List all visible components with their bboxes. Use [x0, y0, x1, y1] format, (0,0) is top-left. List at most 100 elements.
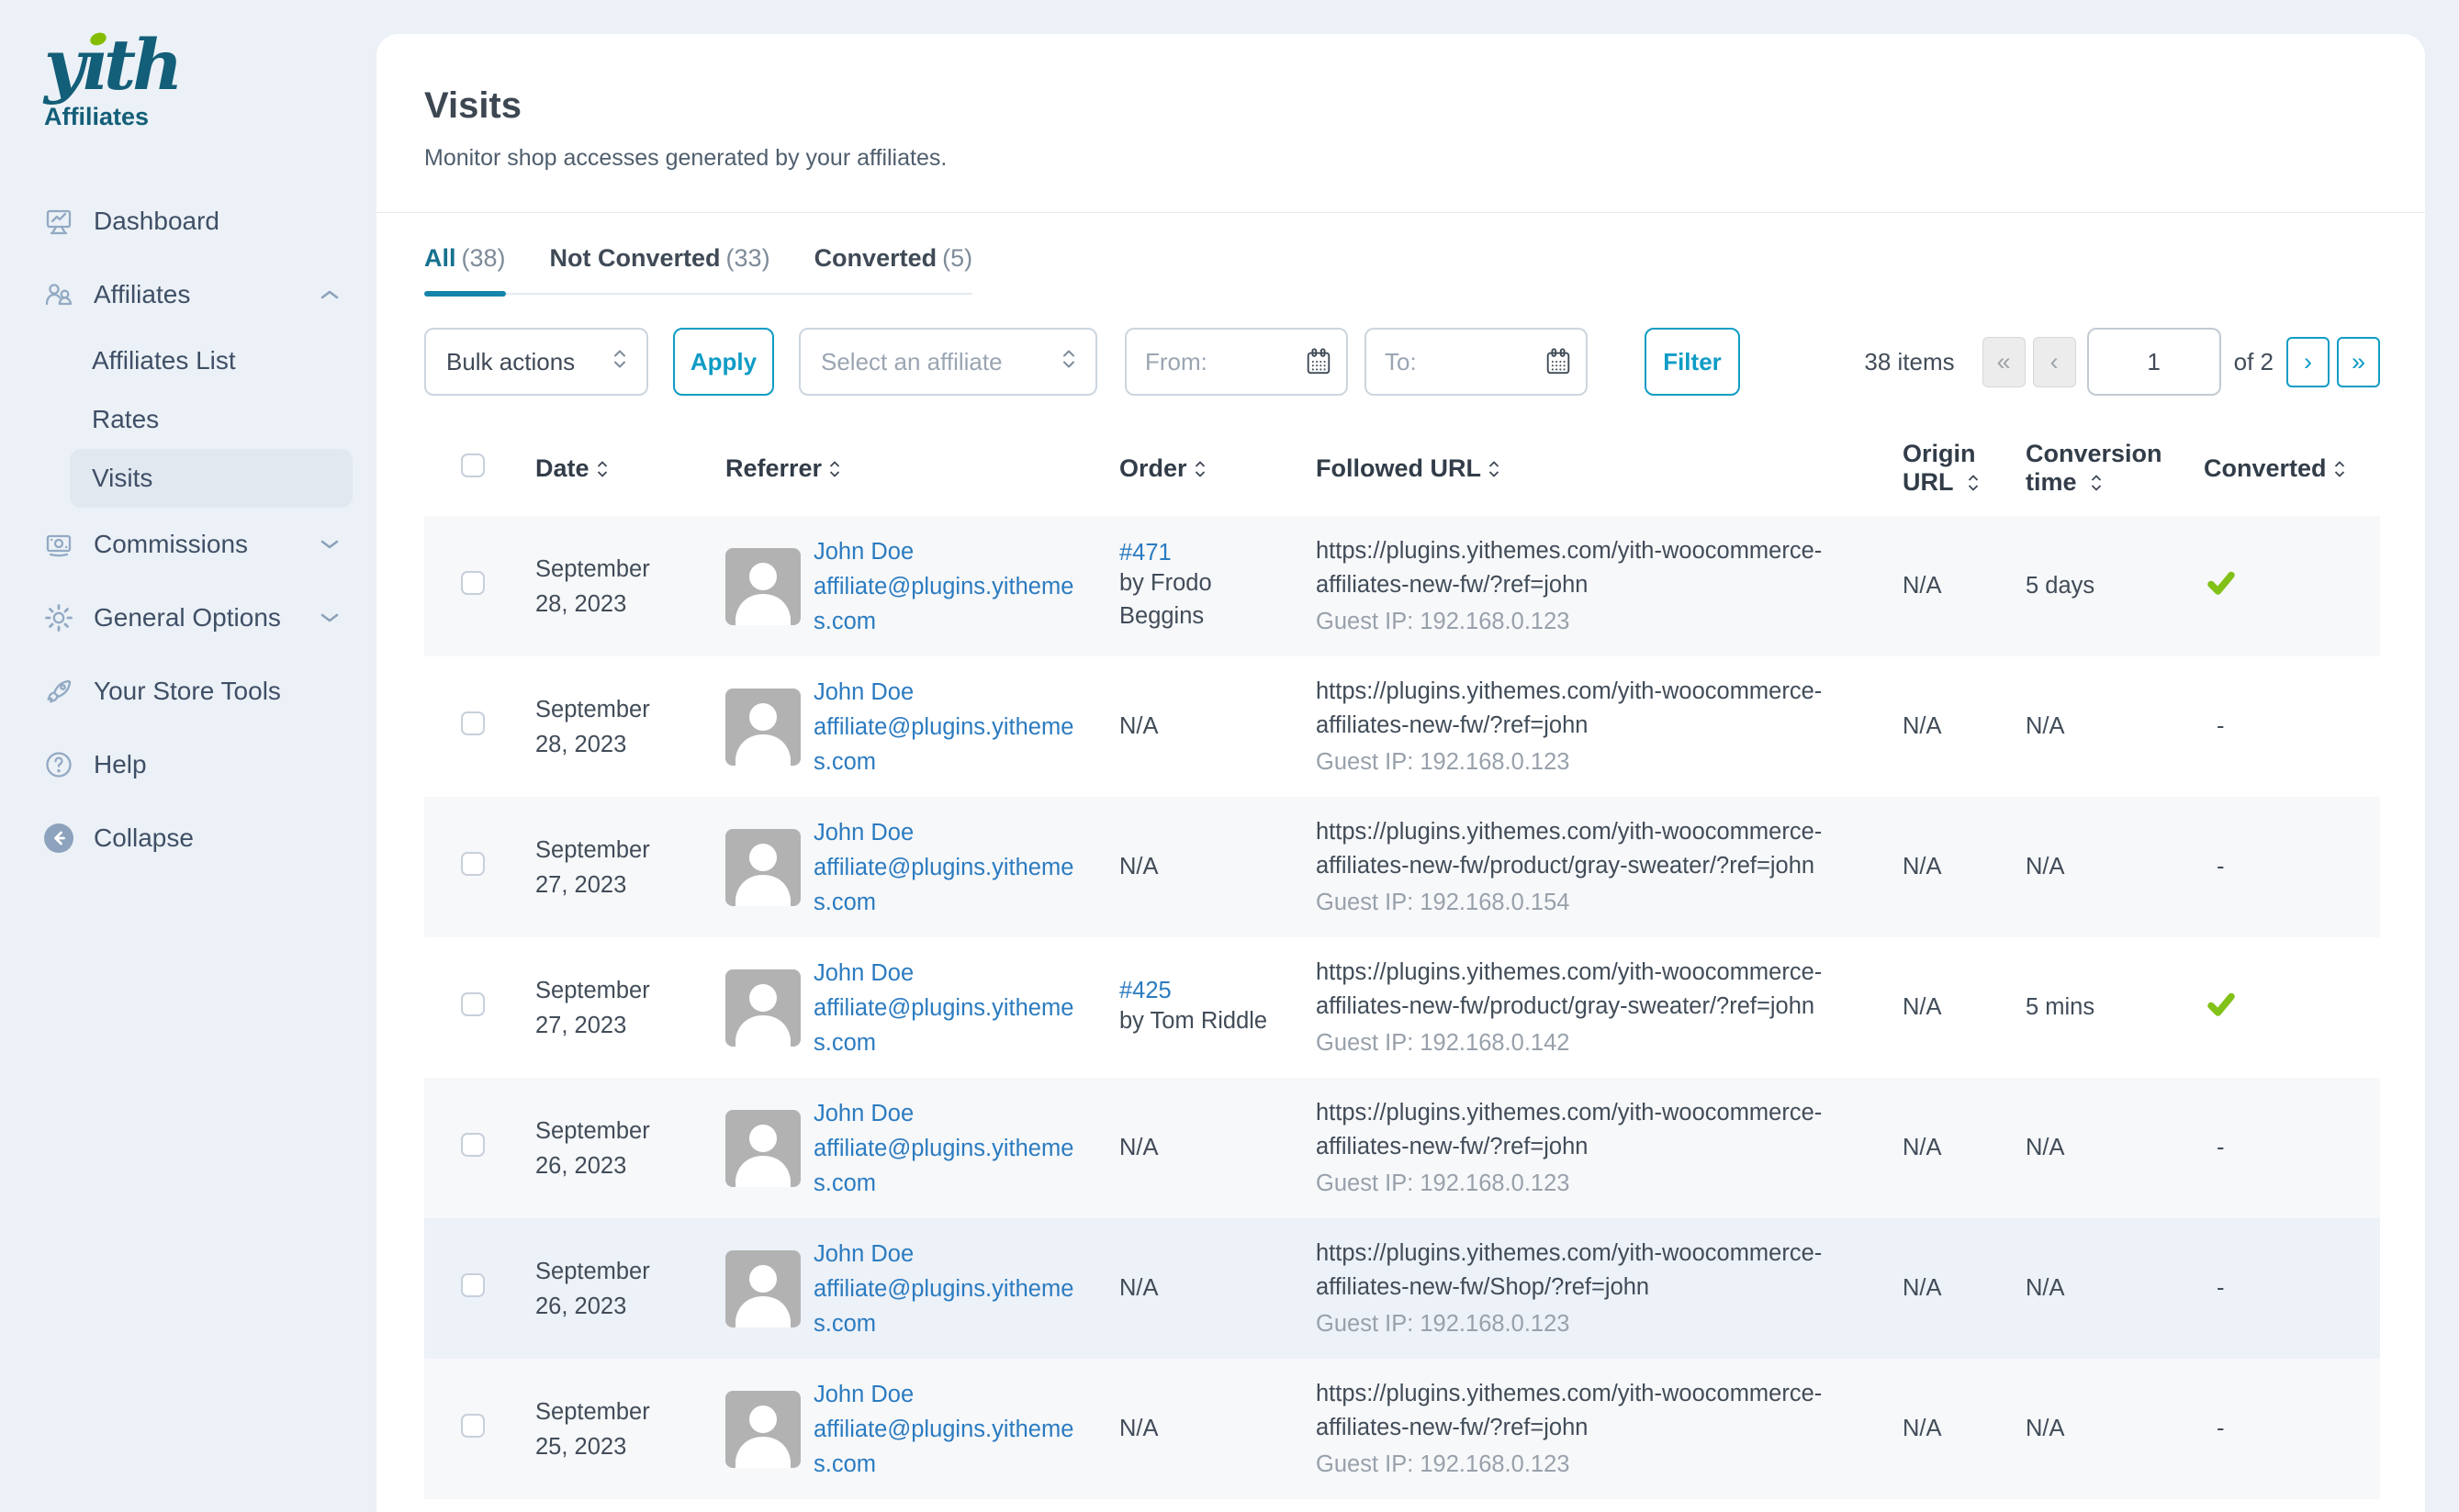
column-header-origin-url[interactable]: Origin URL [1903, 420, 2026, 516]
followed-url: https://plugins.yithemes.com/yith-woocom… [1316, 534, 1885, 602]
conversion-time-cell: 5 mins [2026, 937, 2204, 1078]
row-checkbox[interactable] [461, 711, 485, 735]
visits-table-body: September 28, 2023 John Doe affiliate@pl… [424, 516, 2380, 1499]
visit-date-cell: September 27, 2023 [535, 797, 725, 937]
filter-button[interactable]: Filter [1645, 328, 1740, 396]
origin-url-cell: N/A [1903, 656, 2026, 797]
bulk-actions-select[interactable]: Bulk actions [424, 328, 648, 396]
tab-all[interactable]: All(38) [424, 244, 506, 293]
prev-page-button[interactable]: ‹ [2033, 337, 2076, 387]
visit-date-cell: September 27, 2023 [535, 937, 725, 1078]
row-checkbox[interactable] [461, 992, 485, 1016]
column-header-followed-url[interactable]: Followed URL [1316, 420, 1903, 516]
date-to-input[interactable] [1364, 328, 1588, 396]
sort-icon [2334, 458, 2345, 480]
referrer-email-link[interactable]: affiliate@plugins.yithemes.com [814, 1271, 1082, 1341]
referrer-name-link[interactable]: John Doe [814, 1096, 1082, 1131]
row-checkbox[interactable] [461, 571, 485, 595]
origin-url: N/A [1903, 1135, 1942, 1160]
sidebar-item-affiliates-list[interactable]: Affiliates List [70, 331, 353, 390]
avatar [725, 689, 801, 766]
visit-date: September 27, 2023 [535, 833, 687, 902]
referrer-email-link[interactable]: affiliate@plugins.yithemes.com [814, 569, 1082, 639]
avatar [725, 548, 801, 625]
affiliates-people-icon [42, 279, 75, 310]
order-link[interactable]: #471 [1119, 540, 1172, 566]
referrer-name-link[interactable]: John Doe [814, 1377, 1082, 1412]
order-link[interactable]: #425 [1119, 978, 1172, 1003]
sidebar-item-dashboard[interactable]: Dashboard [0, 185, 376, 258]
referrer-email-link[interactable]: affiliate@plugins.yithemes.com [814, 710, 1082, 779]
visit-date-cell: September 25, 2023 [535, 1359, 725, 1499]
sidebar-item-label: Your Store Tools [94, 677, 340, 706]
sidebar-item-rates[interactable]: Rates [70, 390, 353, 449]
sidebar-item-collapse[interactable]: Collapse [0, 801, 376, 875]
column-label: Date [535, 454, 589, 482]
chevron-up-icon [320, 289, 340, 300]
order-na: N/A [1119, 1416, 1159, 1441]
followed-url: https://plugins.yithemes.com/yith-woocom… [1316, 1237, 1885, 1305]
next-page-button[interactable]: › [2286, 337, 2330, 387]
referrer-email-link[interactable]: affiliate@plugins.yithemes.com [814, 850, 1082, 920]
sidebar-item-general-options[interactable]: General Options [0, 581, 376, 655]
select-chevrons-icon [613, 347, 626, 377]
referrer-name-link[interactable]: John Doe [814, 675, 1082, 710]
sidebar-item-help[interactable]: Help [0, 728, 376, 801]
sidebar-item-your-store-tools[interactable]: Your Store Tools [0, 655, 376, 728]
order-customer: by Frodo Beggins [1119, 566, 1280, 633]
order-cell: #425 by Tom Riddle [1119, 937, 1316, 1078]
select-all-checkbox[interactable] [461, 454, 485, 477]
row-checkbox[interactable] [461, 852, 485, 876]
current-page-input[interactable] [2087, 328, 2221, 396]
referrer-email-link[interactable]: affiliate@plugins.yithemes.com [814, 1131, 1082, 1201]
date-from-input[interactable] [1125, 328, 1348, 396]
column-header-referrer[interactable]: Referrer [725, 420, 1119, 516]
followed-url-cell: https://plugins.yithemes.com/yith-woocom… [1316, 1359, 1903, 1499]
sidebar-item-affiliates[interactable]: Affiliates [0, 258, 376, 331]
followed-url-cell: https://plugins.yithemes.com/yith-woocom… [1316, 937, 1903, 1078]
column-header-conversion-time[interactable]: Conversion time [2026, 420, 2204, 516]
followed-url-cell: https://plugins.yithemes.com/yith-woocom… [1316, 516, 1903, 656]
referrer-name-link[interactable]: John Doe [814, 1237, 1082, 1271]
avatar [725, 1391, 801, 1468]
row-checkbox[interactable] [461, 1414, 485, 1438]
origin-url: N/A [1903, 573, 1942, 599]
apply-button[interactable]: Apply [673, 328, 774, 396]
sidebar-item-label: Affiliates List [92, 346, 236, 375]
converted-cell [2204, 937, 2380, 1078]
row-select-cell [424, 656, 535, 797]
last-page-button[interactable]: » [2337, 337, 2380, 387]
referrer-name-link[interactable]: John Doe [814, 956, 1082, 991]
referrer-email-link[interactable]: affiliate@plugins.yithemes.com [814, 991, 1082, 1060]
status-tabs: All(38) Not Converted(33) Converted(5) [424, 213, 2377, 295]
sidebar-item-label: Rates [92, 405, 159, 434]
affiliate-select[interactable]: Select an affiliate [799, 328, 1097, 396]
row-checkbox[interactable] [461, 1273, 485, 1297]
column-label: Origin URL [1903, 440, 1976, 496]
tab-converted[interactable]: Converted(5) [814, 244, 973, 293]
referrer-email-link[interactable]: affiliate@plugins.yithemes.com [814, 1412, 1082, 1482]
column-header-converted[interactable]: Converted [2204, 420, 2380, 516]
row-select-cell [424, 937, 535, 1078]
referrer-name-link[interactable]: John Doe [814, 534, 1082, 569]
referrer-name-link[interactable]: John Doe [814, 815, 1082, 850]
row-select-cell [424, 1078, 535, 1218]
sidebar-item-visits[interactable]: Visits [70, 449, 353, 508]
followed-url: https://plugins.yithemes.com/yith-woocom… [1316, 1096, 1885, 1164]
guest-ip: Guest IP: 192.168.0.123 [1316, 605, 1885, 639]
visit-date: September 25, 2023 [535, 1394, 687, 1464]
page-subtitle: Monitor shop accesses generated by your … [424, 145, 2377, 172]
sidebar-item-commissions[interactable]: Commissions [0, 508, 376, 581]
column-header-order[interactable]: Order [1119, 420, 1316, 516]
row-checkbox[interactable] [461, 1133, 485, 1157]
tab-not-converted[interactable]: Not Converted(33) [550, 244, 770, 293]
visit-date-cell: September 28, 2023 [535, 516, 725, 656]
followed-url: https://plugins.yithemes.com/yith-woocom… [1316, 675, 1885, 743]
avatar [725, 1250, 801, 1327]
help-icon [42, 749, 75, 780]
origin-url: N/A [1903, 994, 1942, 1020]
avatar [725, 969, 801, 1047]
followed-url-cell: https://plugins.yithemes.com/yith-woocom… [1316, 797, 1903, 937]
column-header-date[interactable]: Date [535, 420, 725, 516]
first-page-button[interactable]: « [1982, 337, 2026, 387]
